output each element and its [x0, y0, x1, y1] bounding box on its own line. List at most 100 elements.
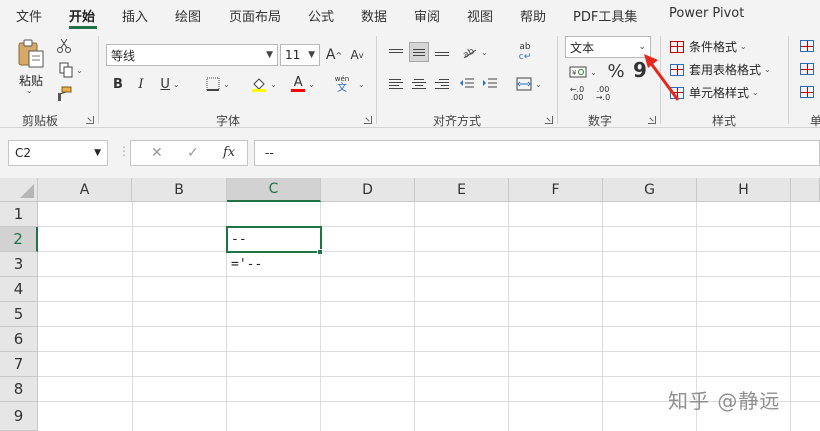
wrap-text-icon[interactable]: ab c↵ [514, 40, 536, 64]
gridline [38, 251, 820, 252]
column-header-c[interactable]: C [227, 178, 321, 202]
column-header-a[interactable]: A [38, 178, 132, 202]
grow-font-icon[interactable]: A ^ [323, 44, 345, 66]
paste-dropdown-icon[interactable]: ⌄ [26, 86, 33, 95]
chevron-down-icon[interactable]: ⌄ [358, 80, 365, 89]
column-header-b[interactable]: B [132, 178, 227, 202]
decrease-indent-icon[interactable] [457, 74, 477, 94]
tab-insert[interactable]: 插入 [122, 6, 148, 25]
row-header-4[interactable]: 4 [0, 277, 38, 302]
fill-color-button[interactable]: ⌄ [246, 74, 282, 94]
row-header-3[interactable]: 3 [0, 252, 38, 277]
tab-page-layout[interactable]: 页面布局 [229, 6, 281, 25]
row-header-5[interactable]: 5 [0, 302, 38, 327]
copy-icon[interactable]: ⌄ [54, 60, 88, 80]
gridline [38, 226, 820, 227]
merge-center-button[interactable]: ⌄ [512, 74, 546, 94]
align-bottom-icon[interactable] [432, 42, 452, 62]
tab-home[interactable]: 开始 [69, 6, 95, 25]
align-middle-icon[interactable] [409, 42, 429, 62]
increase-indent-icon[interactable] [480, 74, 500, 94]
insert-cells-icon[interactable] [798, 38, 816, 54]
insert-function-icon[interactable]: fx [223, 145, 235, 160]
row-header-8[interactable]: 8 [0, 377, 38, 402]
gridline [38, 276, 820, 277]
paste-icon[interactable] [14, 38, 48, 70]
alignment-group-label: 对齐方式 [433, 114, 482, 128]
increase-decimal-icon[interactable]: ←.0.00 [566, 84, 588, 104]
conditional-formatting-button[interactable]: 条件格式 ⌄ [670, 38, 747, 55]
tab-view[interactable]: 视图 [467, 6, 493, 25]
row-header-9[interactable]: 9 [0, 402, 38, 431]
table-icon [670, 63, 684, 76]
font-size-combo[interactable]: 11 ▼ [280, 44, 320, 66]
gridline [38, 326, 820, 327]
align-left-icon[interactable] [386, 74, 406, 94]
column-header-g[interactable]: G [603, 178, 697, 202]
align-center-icon[interactable] [409, 74, 429, 94]
row-header-7[interactable]: 7 [0, 352, 38, 377]
format-as-table-button[interactable]: 套用表格格式 ⌄ [670, 61, 771, 78]
font-name-combo[interactable]: 等线 ▼ [106, 44, 278, 66]
tab-file[interactable]: 文件 [16, 6, 42, 25]
row-header-2[interactable]: 2 [0, 227, 38, 252]
delete-cells-icon[interactable] [798, 61, 816, 77]
cut-icon[interactable] [54, 36, 74, 56]
tab-review[interactable]: 审阅 [414, 6, 440, 25]
chevron-down-icon: ▼ [94, 148, 101, 158]
shrink-font-icon[interactable]: Av [346, 44, 368, 66]
fill-handle[interactable] [317, 249, 323, 255]
separator [557, 36, 558, 124]
cell-c3[interactable]: ='-- [227, 252, 321, 277]
font-launcher-icon[interactable] [364, 116, 372, 124]
formula-input[interactable]: -- [254, 140, 820, 166]
tab-power-pivot[interactable]: Power Pivot [669, 6, 744, 21]
column-header-d[interactable]: D [321, 178, 415, 202]
enter-icon[interactable]: ✓ [187, 145, 199, 161]
tab-help[interactable]: 帮助 [520, 6, 546, 25]
font-size-value: 11 [285, 48, 301, 62]
separator [660, 36, 661, 124]
cancel-icon[interactable]: ✕ [151, 145, 163, 161]
tab-formulas[interactable]: 公式 [308, 6, 334, 25]
percent-style-button[interactable]: % [605, 60, 627, 82]
gridline [38, 301, 820, 302]
number-launcher-icon[interactable] [648, 116, 656, 124]
comma-style-button[interactable]: 9 [630, 58, 650, 82]
column-header-f[interactable]: F [509, 178, 603, 202]
column-header-h[interactable]: H [697, 178, 791, 202]
row-header-1[interactable]: 1 [0, 202, 38, 227]
column-header-e[interactable]: E [415, 178, 509, 202]
active-cell-selection [226, 226, 322, 253]
number-group-label: 数字 [588, 114, 613, 128]
clipboard-launcher-icon[interactable] [86, 116, 94, 124]
borders-button[interactable]: ⌄ [200, 74, 236, 94]
phonetic-guide-icon[interactable]: wén 文 [330, 72, 354, 96]
name-box[interactable]: C2 ▼ [8, 140, 108, 166]
tab-draw[interactable]: 绘图 [175, 6, 201, 25]
decrease-decimal-icon[interactable]: .00 →.0 [592, 84, 614, 104]
column-header-i[interactable] [791, 178, 820, 202]
format-cells-icon[interactable] [798, 84, 816, 100]
number-format-combo[interactable]: 文本 ⌄ [565, 36, 651, 58]
tab-data[interactable]: 数据 [361, 6, 387, 25]
watermark: 知乎 @静远 [668, 389, 781, 413]
active-tab-indicator [69, 26, 97, 29]
underline-button[interactable]: U ⌄ [153, 74, 187, 94]
cell-styles-button[interactable]: 单元格样式 ⌄ [670, 84, 759, 101]
align-top-icon[interactable] [386, 42, 406, 62]
gridline [602, 202, 603, 431]
bold-button[interactable]: B [108, 74, 128, 94]
tab-pdf-tools[interactable]: PDF工具集 [573, 6, 637, 25]
accounting-format-button[interactable]: ¥ ⌄ [566, 62, 600, 82]
font-color-button[interactable]: A ⌄ [285, 74, 321, 94]
row-header-6[interactable]: 6 [0, 327, 38, 352]
select-all-button[interactable] [0, 178, 38, 202]
italic-button[interactable]: I [131, 74, 151, 94]
format-painter-icon[interactable] [54, 84, 74, 104]
separator [376, 36, 377, 124]
orientation-button[interactable]: ab ⌄ [458, 42, 492, 62]
align-right-icon[interactable] [432, 74, 452, 94]
alignment-launcher-icon[interactable] [545, 116, 553, 124]
chevron-down-icon: ▼ [308, 50, 315, 60]
